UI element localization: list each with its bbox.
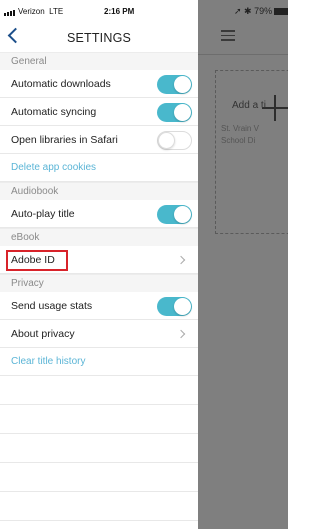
row-label: Auto-play title: [11, 207, 75, 220]
toggle-knob: [174, 76, 191, 93]
empty-row: [0, 463, 198, 492]
row-automatic-downloads: Automatic downloads: [0, 70, 198, 98]
page-title: SETTINGS: [66, 31, 132, 45]
empty-row: [0, 434, 198, 463]
section-ebook: eBook: [0, 228, 198, 246]
empty-row: [0, 405, 198, 434]
row-automatic-syncing: Automatic syncing: [0, 98, 198, 126]
bg-divider: [198, 54, 288, 55]
add-title-card: [215, 70, 288, 234]
status-bar: Verizon LTE 2:16 PM: [0, 0, 198, 22]
automatic-downloads-toggle[interactable]: [157, 75, 192, 94]
row-label: Automatic syncing: [11, 105, 97, 118]
section-audiobook: Audiobook: [0, 182, 198, 200]
row-label: Open libraries in Safari: [11, 133, 118, 146]
toggle-knob: [174, 104, 191, 121]
highlight-box: [6, 250, 68, 271]
delete-app-cookies-link[interactable]: Delete app cookies: [0, 154, 198, 182]
row-label: Clear title history: [11, 356, 86, 367]
empty-row: [0, 492, 198, 521]
chevron-right-icon: [176, 329, 186, 339]
library-line-2: School Di: [221, 136, 256, 145]
automatic-syncing-toggle[interactable]: [157, 103, 192, 122]
section-privacy: Privacy: [0, 274, 198, 292]
row-label: About privacy: [11, 327, 75, 340]
row-label: Automatic downloads: [11, 77, 111, 90]
row-label: Send usage stats: [11, 299, 93, 312]
settings-panel: Verizon LTE 2:16 PM SETTINGS General Aut…: [0, 0, 198, 529]
auto-play-toggle[interactable]: [157, 205, 192, 224]
empty-row: [0, 376, 198, 405]
row-auto-play: Auto-play title: [0, 200, 198, 228]
hamburger-menu-icon: [221, 30, 235, 44]
battery-icon: [274, 8, 288, 16]
row-label: Delete app cookies: [11, 162, 97, 173]
row-adobe-id[interactable]: Adobe ID: [0, 246, 198, 274]
library-name: St. Vrain V School Di: [221, 123, 259, 147]
add-title-text: Add a ti: [232, 100, 266, 111]
toggle-knob: [158, 132, 175, 149]
signal-icon: [4, 7, 16, 16]
chevron-right-icon: [176, 255, 186, 265]
row-about-privacy[interactable]: About privacy: [0, 320, 198, 348]
clear-title-history-link[interactable]: Clear title history: [0, 348, 198, 376]
toggle-knob: [174, 206, 191, 223]
status-time: 2:16 PM: [104, 7, 135, 16]
carrier-info: Verizon LTE: [4, 7, 63, 16]
section-general: General: [0, 52, 198, 70]
toggle-knob: [174, 298, 191, 315]
send-usage-stats-toggle[interactable]: [157, 297, 192, 316]
nav-bar: SETTINGS: [0, 22, 198, 52]
library-line-1: St. Vrain V: [221, 124, 259, 133]
row-send-usage-stats: Send usage stats: [0, 292, 198, 320]
background-app: ➚ ✱ 79% Add a ti St. Vrain V School Di: [198, 0, 288, 529]
row-open-libraries-safari: Open libraries in Safari: [0, 126, 198, 154]
open-libraries-safari-toggle[interactable]: [157, 131, 192, 150]
bg-status: ➚ ✱ 79%: [234, 6, 288, 17]
